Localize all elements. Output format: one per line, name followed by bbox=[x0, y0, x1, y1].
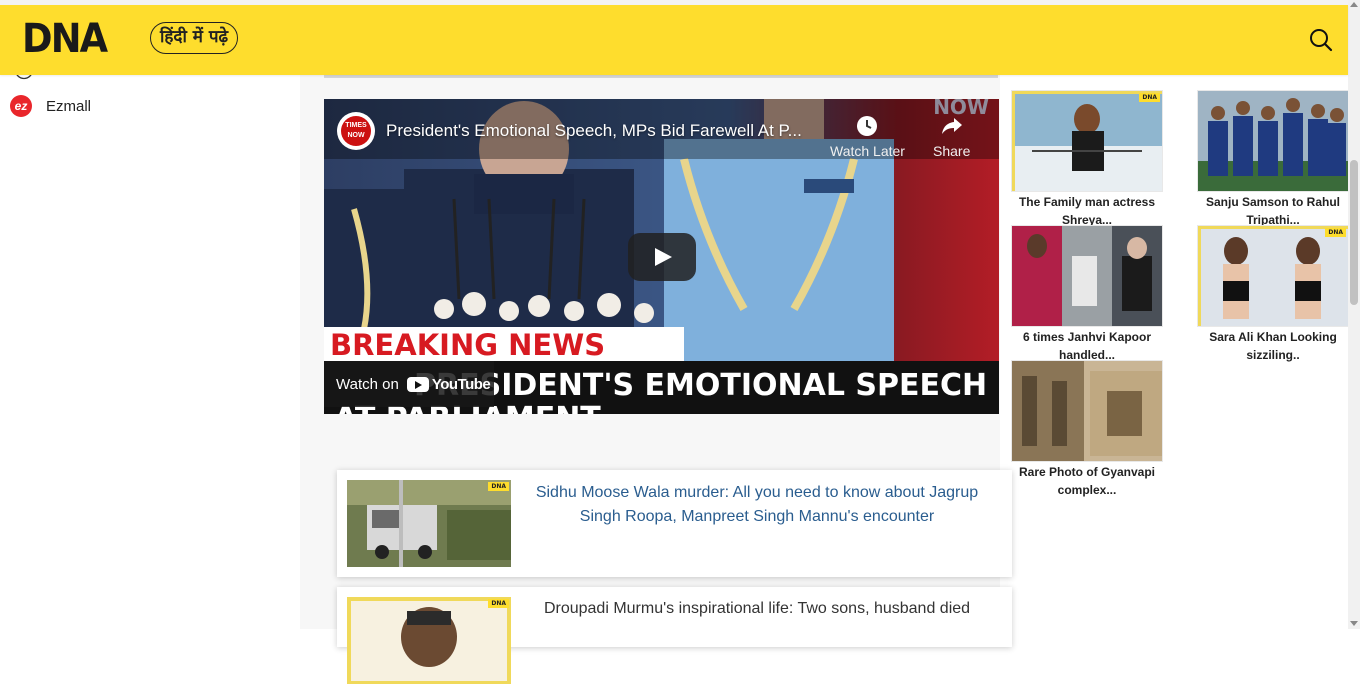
article-title[interactable]: Droupadi Murmu's inspirational life: Two… bbox=[527, 597, 987, 621]
share-label: Share bbox=[933, 143, 971, 159]
watch-later-label: Watch Later bbox=[830, 143, 905, 159]
breaking-news-banner: BREAKING NEWS bbox=[324, 327, 684, 362]
sidebar-item-label: Ezmall bbox=[46, 97, 92, 115]
channel-avatar[interactable]: TIMES NOW bbox=[337, 112, 375, 150]
play-button[interactable] bbox=[628, 233, 696, 281]
video-title[interactable]: President's Emotional Speech, MPs Bid Fa… bbox=[386, 121, 802, 141]
tile-caption-line-1: Sara Ali Khan Looking bbox=[1209, 330, 1337, 344]
share-button[interactable]: Share bbox=[933, 113, 970, 159]
share-icon bbox=[941, 118, 962, 134]
dna-badge: DNA bbox=[488, 482, 509, 491]
tile-caption: Rare Photo of Gyanvapi complex... bbox=[1011, 463, 1163, 499]
page-scrollbar[interactable] bbox=[1348, 0, 1360, 629]
article-title[interactable]: Sidhu Moose Wala murder: All you need to… bbox=[527, 481, 987, 529]
hindi-language-button[interactable]: हिंदी में पढ़े bbox=[150, 22, 239, 54]
tile-caption: The Family man actress Shreya... bbox=[1011, 193, 1163, 229]
dna-badge: DNA bbox=[1139, 93, 1160, 102]
scroll-thumb[interactable] bbox=[1350, 160, 1358, 305]
gallery-tile[interactable]: DNA Sara Ali Khan Looking sizziling.. bbox=[1197, 225, 1349, 364]
youtube-logo: YouTube bbox=[406, 375, 491, 393]
scroll-down-arrow-icon[interactable] bbox=[1350, 621, 1358, 626]
article-card[interactable]: DNA Droupadi Murmu's inspirational life:… bbox=[337, 587, 1012, 684]
tile-image[interactable] bbox=[1197, 90, 1349, 192]
tile-caption: 6 times Janhvi Kapoor handled... bbox=[1011, 328, 1163, 364]
tile-caption: Sara Ali Khan Looking sizziling.. bbox=[1197, 328, 1349, 364]
article-thumbnail[interactable]: DNA bbox=[347, 480, 511, 567]
actress-boat-image bbox=[1012, 91, 1162, 191]
gallery-tile[interactable]: Sanju Samson to Rahul Tripathi... bbox=[1197, 90, 1349, 229]
janhvi-kapoor-image bbox=[1012, 226, 1162, 326]
watch-on-youtube-button[interactable]: Watch on YouTube bbox=[324, 361, 494, 407]
tile-caption: Sanju Samson to Rahul Tripathi... bbox=[1197, 193, 1349, 229]
article-image bbox=[347, 480, 511, 567]
youtube-play-icon bbox=[406, 376, 429, 392]
tile-caption-line-1: Sanju Samson to Rahul bbox=[1205, 195, 1340, 209]
tile-caption-line-2: sizziling.. bbox=[1246, 348, 1300, 362]
cricket-team-image bbox=[1198, 91, 1348, 191]
sidebar-item-ezmall[interactable]: ez Ezmall bbox=[10, 95, 91, 117]
gallery-tile[interactable]: 6 times Janhvi Kapoor handled... bbox=[1011, 225, 1163, 364]
tile-caption-line-1: Rare Photo of Gyanvapi bbox=[1018, 465, 1156, 479]
tile-caption-line-1: The Family man actress bbox=[1018, 195, 1156, 209]
watch-on-label: Watch on bbox=[336, 375, 399, 393]
article-card[interactable]: DNA Sidhu Moose Wala murder: All you nee… bbox=[337, 470, 1012, 577]
youtube-wordmark: YouTube bbox=[431, 375, 491, 393]
ezmall-icon: ez bbox=[10, 95, 32, 117]
dna-logo[interactable]: DNA bbox=[22, 16, 108, 62]
scroll-up-arrow-icon[interactable] bbox=[1350, 2, 1358, 7]
tile-image[interactable] bbox=[1011, 360, 1163, 462]
tile-caption-line-1: 6 times Janhvi Kapoor bbox=[1022, 330, 1152, 344]
site-header: DNA हिंदी में पढ़े bbox=[0, 5, 1348, 75]
youtube-video-embed[interactable]: NOW TIMES NOW President's Emotional Spee… bbox=[324, 99, 999, 414]
breaking-news-text: BREAKING NEWS bbox=[330, 328, 606, 362]
tile-caption-line-2: complex... bbox=[1057, 483, 1117, 497]
tile-image[interactable]: DNA bbox=[1011, 90, 1163, 192]
tile-image[interactable]: DNA bbox=[1197, 225, 1349, 327]
clock-icon bbox=[857, 116, 878, 136]
search-button[interactable] bbox=[1306, 25, 1336, 55]
watch-later-button[interactable]: Watch Later bbox=[830, 113, 905, 159]
article-image bbox=[347, 597, 511, 684]
ticker-text: PRESIDENT'S EMOTIONAL SPEECH bbox=[414, 368, 988, 403]
divider bbox=[324, 75, 998, 78]
gallery-tile[interactable]: Rare Photo of Gyanvapi complex... bbox=[1011, 360, 1163, 499]
dna-badge: DNA bbox=[488, 599, 509, 608]
gyanvapi-photo-image bbox=[1012, 361, 1162, 461]
dna-badge: DNA bbox=[1325, 228, 1346, 237]
sara-ali-khan-image bbox=[1198, 226, 1348, 326]
gallery-tile[interactable]: DNA The Family man actress Shreya... bbox=[1011, 90, 1163, 229]
article-thumbnail[interactable]: DNA bbox=[347, 597, 511, 684]
channel-badge: TIMES NOW bbox=[341, 116, 371, 146]
search-icon bbox=[1310, 29, 1333, 52]
tile-image[interactable] bbox=[1011, 225, 1163, 327]
